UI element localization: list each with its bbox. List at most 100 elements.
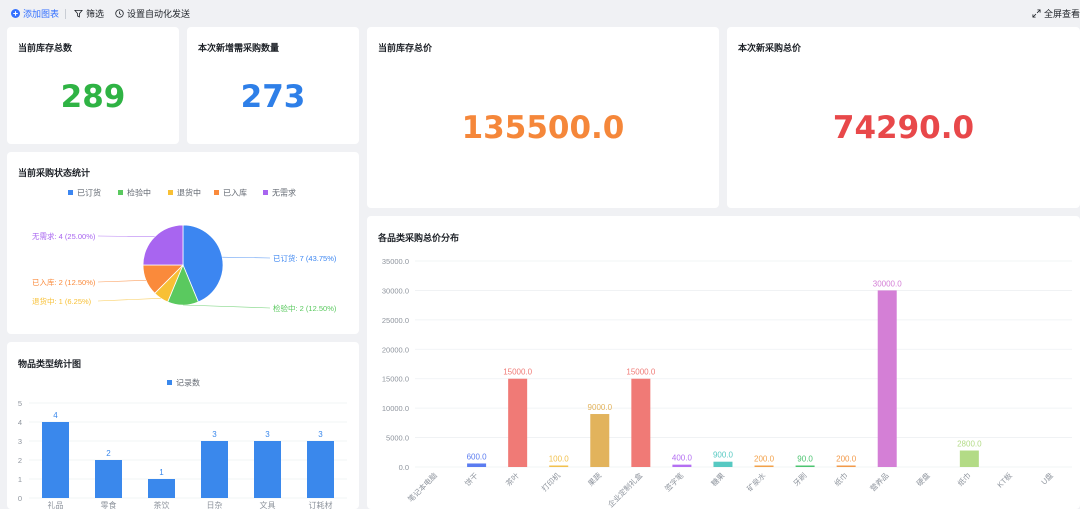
dashboard-toolbar: 添加图表 筛选 设置自动化发送 全屏查看	[0, 0, 1080, 27]
bar	[754, 465, 774, 467]
legend-label: 已订货	[77, 188, 101, 198]
x-tick-label: 签字笔	[662, 470, 685, 493]
x-tick-label: 礼品	[48, 500, 64, 509]
bar-value-label: 30000.0	[873, 279, 902, 288]
kpi-title: 本次新增需采购数量	[198, 43, 280, 53]
bar-value-label: 3	[265, 430, 270, 439]
legend-swatch	[68, 190, 73, 195]
x-tick-label: 牙刷	[792, 471, 809, 488]
y-tick-label: 0.0	[399, 463, 409, 472]
legend-swatch	[168, 190, 173, 195]
bar	[631, 378, 651, 467]
expand-icon	[1032, 9, 1041, 18]
kpi-title: 本次新采购总价	[738, 43, 802, 53]
bar	[95, 460, 122, 498]
legend-label: 记录数	[176, 378, 200, 388]
legend-label: 退货中	[177, 188, 201, 198]
bar-value-label: 400.0	[672, 454, 693, 463]
status-pie-chart: 已订货 检验中 退货中 已入库 无需求已订货: 7 (43.75%) 检验中: 2 (12…	[32, 188, 337, 314]
x-tick-label: 文具	[260, 500, 276, 509]
legend-swatch	[118, 190, 123, 195]
kpi-value: 135500.0	[461, 110, 625, 146]
pie-leader-line	[97, 298, 161, 302]
fullscreen-button[interactable]: 全屏查看	[1032, 7, 1080, 20]
filter-label: 筛选	[86, 9, 105, 19]
clock-icon	[115, 9, 124, 18]
bar	[42, 422, 69, 498]
pie-data-label: 退货中: 1 (6.25%)	[32, 296, 92, 306]
y-tick-label: 1	[18, 475, 22, 484]
bar-value-label: 3	[318, 430, 323, 439]
add-chart-button[interactable]: 添加图表	[11, 7, 59, 20]
bar-value-label: 4	[53, 411, 58, 420]
price-bar-chart: 0.0 5000.0 10000.0 15000.0 20000.0 25000.0 300…	[382, 257, 1072, 509]
fullscreen-label: 全屏查看	[1044, 9, 1080, 19]
bar-value-label: 15000.0	[503, 368, 532, 377]
x-tick-label: 企业定制礼盒	[605, 470, 644, 509]
y-tick-label: 10000.0	[382, 404, 409, 413]
y-tick-label: 15000.0	[382, 375, 409, 384]
y-tick-label: 35000.0	[382, 257, 409, 266]
pie-leader-line	[222, 256, 271, 259]
bar-value-label: 600.0	[467, 452, 488, 461]
bar	[713, 461, 733, 467]
bar	[590, 414, 610, 467]
x-tick-label: U盘	[1039, 470, 1056, 487]
type-bar-chart: 记录数 0 1 2 3 4 5 4 礼品 2 零食 1 茶饮 3 日杂 3 文具 3 订耗材	[18, 378, 347, 509]
y-tick-label: 30000.0	[382, 286, 409, 295]
bar-value-label: 9000.0	[588, 403, 613, 412]
x-tick-label: 矿泉水	[744, 470, 767, 493]
plus-circle-icon	[11, 9, 20, 18]
bar	[254, 441, 281, 498]
legend-swatch	[167, 380, 172, 385]
kpi-title: 当前库存总价	[378, 43, 433, 53]
bar	[148, 479, 175, 498]
filter-icon	[74, 9, 83, 18]
pie-slice	[142, 224, 184, 266]
bar	[795, 465, 815, 467]
auto-send-label: 设置自动化发送	[127, 9, 191, 19]
status-pie-card: 当前采购状态统计 已订货 检验中 退货中 已入库 无需求 已订货: 7 (43.75%) 检…	[7, 152, 359, 334]
y-tick-label: 25000.0	[382, 316, 409, 325]
x-tick-label: 订耗材	[309, 500, 333, 509]
x-tick-label: 硬盘	[914, 470, 932, 488]
legend-swatch	[263, 190, 268, 195]
x-tick-label: 糖果	[709, 470, 727, 488]
type-bar-card: 物品类型统计图 记录数 0 1 2 3 4 5 4 礼品 2 零食 1 茶饮 3 日杂 3 文具 3 订耗材	[7, 342, 359, 509]
pie-data-label: 检验中: 2 (12.50%)	[273, 303, 337, 313]
pie-leader-line	[97, 280, 147, 283]
kpi-value: 289	[60, 79, 126, 115]
pie-leader-line	[182, 304, 271, 309]
x-tick-label: 纸巾	[955, 470, 973, 488]
y-tick-label: 3	[18, 437, 22, 446]
bar-value-label: 2800.0	[957, 440, 982, 449]
x-tick-label: 日杂	[207, 501, 223, 509]
legend-label: 检验中	[127, 188, 151, 198]
x-tick-label: 茶叶	[503, 470, 521, 488]
bar	[877, 290, 897, 467]
y-tick-label: 5	[18, 399, 22, 408]
filter-button[interactable]: 筛选	[74, 7, 104, 20]
bar-value-label: 900.0	[713, 451, 734, 460]
y-tick-label: 5000.0	[386, 434, 409, 443]
bar-value-label: 100.0	[549, 455, 570, 464]
bar-value-label: 2	[106, 449, 111, 458]
kpi-card-new-purchase-qty: 本次新增需采购数量 273	[187, 27, 359, 144]
y-tick-label: 20000.0	[382, 345, 409, 354]
bar	[467, 463, 487, 467]
bar	[508, 378, 528, 467]
toolbar-divider	[65, 9, 66, 19]
kpi-value: 273	[240, 79, 306, 115]
legend-label: 无需求	[272, 188, 296, 198]
x-tick-label: 茶饮	[154, 500, 170, 509]
bar	[836, 465, 856, 467]
auto-send-button[interactable]: 设置自动化发送	[115, 7, 190, 20]
kpi-card-stock-total: 当前库存总数 289	[7, 27, 179, 144]
x-tick-label: 打印机	[539, 470, 562, 493]
kpi-card-new-purchase-value: 本次新采购总价 74290.0	[727, 27, 1080, 208]
bar-value-label: 3	[212, 430, 217, 439]
bar	[959, 450, 979, 467]
pie-data-label: 已订货: 7 (43.75%)	[273, 253, 337, 263]
pie-data-label: 已入库: 2 (12.50%)	[32, 277, 96, 287]
kpi-card-stock-value: 当前库存总价 135500.0	[367, 27, 719, 208]
